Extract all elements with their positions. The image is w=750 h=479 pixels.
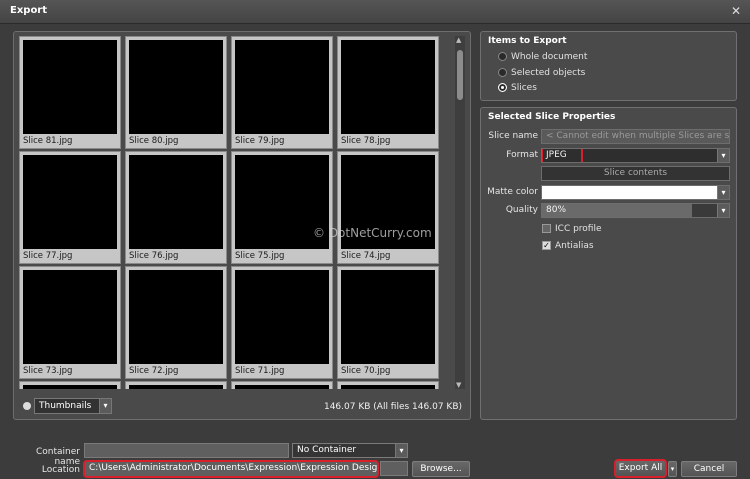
container-select[interactable]: No Container ▾ — [292, 443, 408, 458]
slice-preview — [341, 40, 435, 134]
title-bar: Export ✕ — [0, 0, 750, 24]
items-to-export-title: Items to Export — [488, 36, 567, 46]
quality-slider[interactable]: 80% ▾ — [541, 203, 730, 218]
option-selected-objects[interactable]: Selected objects — [498, 68, 585, 78]
radio-whole-document[interactable] — [498, 52, 507, 61]
slice-contents-button[interactable]: Slice contents — [541, 166, 730, 181]
watermark: © DotNetCurry.com — [313, 226, 432, 240]
slice-thumbnail[interactable] — [19, 381, 121, 389]
slice-filename: Slice 75.jpg — [235, 251, 285, 261]
export-options-dropdown[interactable]: ▾ — [668, 461, 677, 477]
slice-filename: Slice 72.jpg — [129, 366, 179, 376]
scrollbar-thumb[interactable] — [457, 50, 463, 100]
format-label: Format — [506, 150, 538, 160]
slice-preview — [341, 385, 435, 389]
slice-preview — [129, 155, 223, 249]
antialias-option[interactable]: ✓ Antialias — [542, 241, 594, 251]
matte-color-swatch[interactable]: ▾ — [541, 185, 730, 200]
slice-name-label: Slice name — [488, 131, 538, 141]
slice-filename: Slice 80.jpg — [129, 136, 179, 146]
quality-value: 80% — [546, 205, 567, 215]
slice-name-field[interactable]: < Cannot edit when multiple Slices are s… — [541, 129, 730, 144]
browse-button[interactable]: Browse... — [412, 461, 470, 477]
slice-filename: Slice 77.jpg — [23, 251, 73, 261]
slice-thumbnail[interactable]: Slice 78.jpg — [337, 36, 439, 149]
slice-thumbnail[interactable]: Slice 72.jpg — [125, 266, 227, 379]
radio-slices[interactable] — [498, 83, 507, 92]
icc-profile-option[interactable]: ICC profile — [542, 224, 602, 234]
slice-thumbnail[interactable]: Slice 81.jpg — [19, 36, 121, 149]
slice-filename: Slice 81.jpg — [23, 136, 73, 146]
window-title: Export — [10, 5, 48, 16]
slice-properties-panel: Selected Slice Properties Slice name < C… — [480, 107, 737, 420]
slice-thumbnail[interactable]: Slice 75.jpg — [231, 151, 333, 264]
slice-preview — [23, 270, 117, 364]
chevron-down-icon[interactable]: ▾ — [671, 465, 675, 473]
slice-preview — [23, 155, 117, 249]
slice-thumbnail[interactable]: Slice 73.jpg — [19, 266, 121, 379]
slice-thumbnail[interactable] — [125, 381, 227, 389]
gallery-scrollbar[interactable]: ▲ ▼ — [455, 36, 465, 389]
format-highlight — [542, 149, 583, 162]
location-label: Location — [41, 465, 80, 475]
slice-filename: Slice 73.jpg — [23, 366, 73, 376]
items-to-export-panel: Items to Export Whole document Selected … — [480, 31, 737, 101]
slice-filename: Slice 74.jpg — [341, 251, 391, 261]
scroll-down-icon[interactable]: ▼ — [456, 381, 461, 389]
slice-thumbnail[interactable]: Slice 80.jpg — [125, 36, 227, 149]
slice-filename: Slice 70.jpg — [341, 366, 391, 376]
matte-color-label: Matte color — [487, 187, 538, 197]
slice-preview — [129, 270, 223, 364]
slice-thumbnail[interactable]: Slice 79.jpg — [231, 36, 333, 149]
slice-preview — [341, 270, 435, 364]
location-input-end — [380, 461, 408, 476]
chevron-down-icon[interactable]: ▾ — [395, 444, 407, 457]
slice-preview — [235, 385, 329, 389]
slice-preview — [235, 270, 329, 364]
export-all-button[interactable]: Export All — [614, 459, 667, 478]
slice-preview — [129, 385, 223, 389]
slice-filename: Slice 76.jpg — [129, 251, 179, 261]
quality-label: Quality — [505, 205, 538, 215]
format-select[interactable]: JPEG ▾ — [541, 148, 730, 163]
slice-thumbnail[interactable]: Slice 76.jpg — [125, 151, 227, 264]
chevron-down-icon[interactable]: ▾ — [717, 149, 729, 162]
close-icon[interactable]: ✕ — [731, 4, 741, 18]
chevron-down-icon[interactable]: ▾ — [99, 399, 111, 413]
thumbnail-grid: Slice 81.jpg Slice 80.jpg Slice 79.jpg Slic… — [19, 36, 453, 389]
chevron-down-icon[interactable]: ▾ — [717, 204, 729, 217]
container-name-label: Container name — [36, 447, 80, 467]
slice-contents-label: Slice contents — [603, 168, 668, 178]
scroll-up-icon[interactable]: ▲ — [456, 36, 461, 44]
slice-properties-title: Selected Slice Properties — [488, 112, 616, 122]
slice-thumbnail[interactable]: Slice 74.jpg — [337, 151, 439, 264]
icc-profile-checkbox[interactable] — [542, 224, 551, 233]
antialias-checkbox[interactable]: ✓ — [542, 241, 551, 250]
slice-filename: Slice 78.jpg — [341, 136, 391, 146]
slice-filename: Slice 79.jpg — [235, 136, 285, 146]
slice-preview — [23, 40, 117, 134]
slice-thumbnail[interactable] — [337, 381, 439, 389]
view-mode-select[interactable]: Thumbnails ▾ — [34, 398, 112, 414]
view-mode-value: Thumbnails — [39, 401, 92, 411]
slice-preview — [23, 385, 117, 389]
view-radio[interactable] — [23, 402, 31, 410]
container-name-input[interactable] — [84, 443, 289, 458]
slice-thumbnail[interactable]: Slice 70.jpg — [337, 266, 439, 379]
cancel-button[interactable]: Cancel — [681, 461, 737, 477]
option-slices[interactable]: Slices — [498, 83, 537, 93]
radio-selected-objects[interactable] — [498, 68, 507, 77]
container-select-value: No Container — [297, 445, 357, 455]
slice-thumbnail[interactable]: Slice 77.jpg — [19, 151, 121, 264]
slice-preview — [129, 40, 223, 134]
size-summary: 146.07 KB (All files 146.07 KB) — [323, 402, 462, 412]
location-input[interactable]: C:\Users\Administrator\Documents\Express… — [83, 460, 379, 478]
slice-thumbnail[interactable] — [231, 381, 333, 389]
chevron-down-icon[interactable]: ▾ — [717, 186, 729, 199]
option-whole-document[interactable]: Whole document — [498, 52, 587, 62]
slice-thumbnail[interactable]: Slice 71.jpg — [231, 266, 333, 379]
slice-preview — [235, 40, 329, 134]
slice-filename: Slice 71.jpg — [235, 366, 285, 376]
